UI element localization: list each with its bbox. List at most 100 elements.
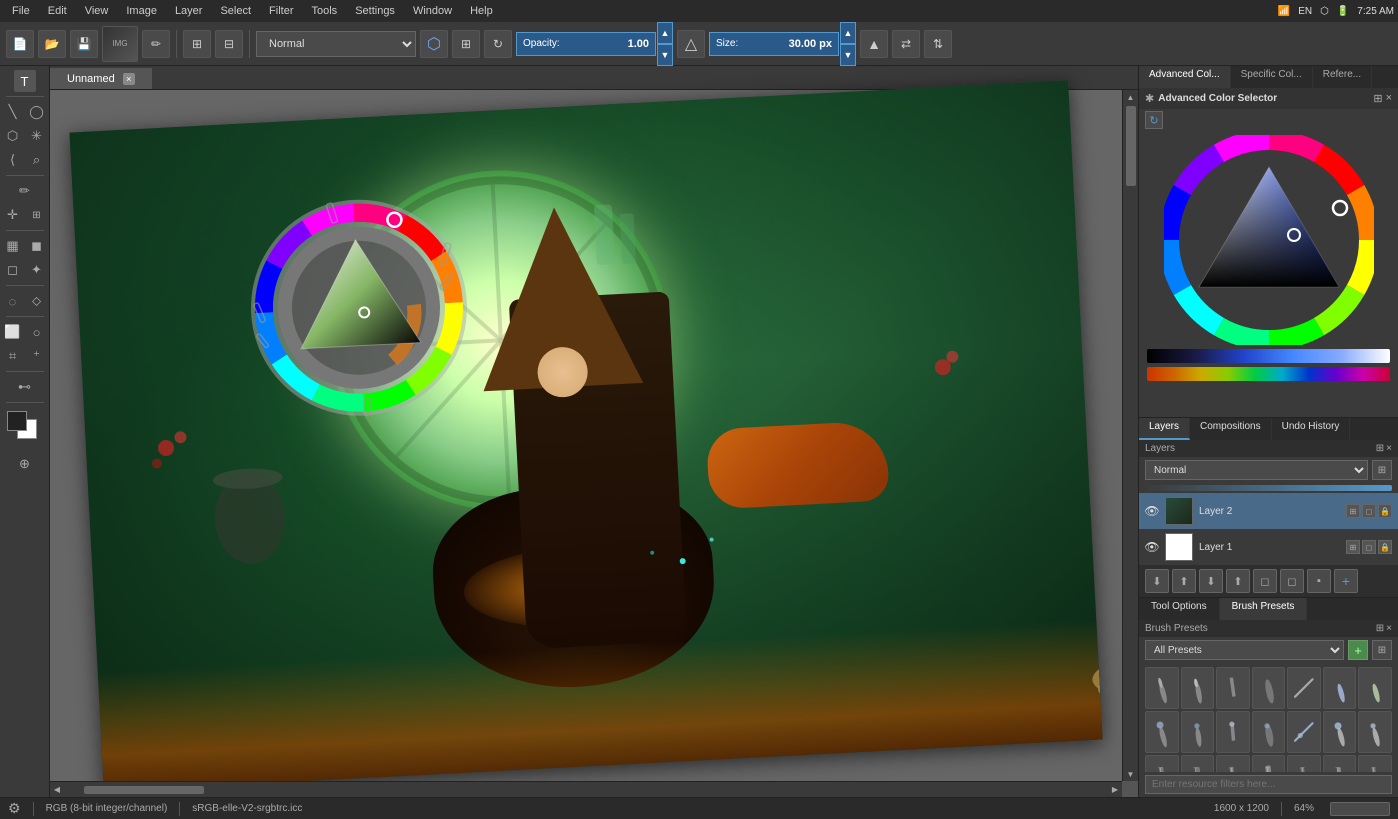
layers-tab[interactable]: Layers: [1139, 418, 1190, 440]
add-layer-btn[interactable]: +: [1334, 569, 1358, 593]
paint-tool[interactable]: ✏: [14, 180, 36, 202]
sync-btn[interactable]: ↻: [484, 30, 512, 58]
brush-preset-16[interactable]: T: [1181, 755, 1215, 772]
pattern-btn[interactable]: ⊞: [183, 30, 211, 58]
blend-mode-dropdown[interactable]: Normal: [256, 31, 416, 57]
vscroll-thumb[interactable]: [1126, 106, 1136, 186]
brush-preset-15[interactable]: T: [1145, 755, 1179, 772]
canvas-content[interactable]: [50, 90, 1122, 781]
brush-preset-11[interactable]: [1252, 711, 1286, 753]
brush-preset-1[interactable]: [1145, 667, 1179, 709]
brush-tool-btn[interactable]: ✏: [142, 30, 170, 58]
freehand-tool[interactable]: ╲: [2, 101, 24, 123]
brush-preset-21[interactable]: T: [1358, 755, 1392, 772]
size-down[interactable]: ▼: [840, 44, 856, 66]
dodge-tool[interactable]: ⬦: [26, 290, 48, 312]
color-refresh-btn[interactable]: ↻: [1145, 111, 1163, 129]
crop-tool[interactable]: ⊞: [26, 204, 48, 226]
menu-view[interactable]: View: [77, 3, 117, 19]
advanced-color-tab[interactable]: Advanced Col...: [1139, 66, 1231, 88]
brush-preset-4[interactable]: [1252, 667, 1286, 709]
wrap-btn[interactable]: ⊟: [215, 30, 243, 58]
menu-filter[interactable]: Filter: [261, 3, 301, 19]
zoom-tool[interactable]: ⊕: [14, 453, 36, 475]
contiguous-select[interactable]: ⌗: [2, 345, 24, 367]
vertical-scrollbar[interactable]: ▲ ▼: [1122, 90, 1138, 781]
preset-options-btn[interactable]: ⊞: [1372, 640, 1392, 660]
open-button[interactable]: 📂: [38, 30, 66, 58]
tool-options-tab[interactable]: Tool Options: [1139, 598, 1220, 620]
flip-h-btn[interactable]: ⇄: [892, 30, 920, 58]
group-btn[interactable]: ◻: [1280, 569, 1304, 593]
canvas-tab-close[interactable]: ×: [123, 73, 135, 85]
brush-preset-6[interactable]: [1323, 667, 1357, 709]
layer-2-visibility[interactable]: 👁: [1145, 504, 1159, 518]
ellipse-tool2[interactable]: ○: [26, 321, 48, 343]
brush-preset-14[interactable]: [1358, 711, 1392, 753]
brush-preset-20[interactable]: T: [1323, 755, 1357, 772]
brush-preset-17[interactable]: T: [1216, 755, 1250, 772]
color-panel-close[interactable]: ×: [1386, 92, 1392, 105]
layer-2-icon-3[interactable]: 🔒: [1378, 504, 1392, 518]
layer-2-icon-1[interactable]: ⊞: [1346, 504, 1360, 518]
text-tool[interactable]: T: [14, 70, 36, 92]
flatten-btn[interactable]: ◻: [1253, 569, 1277, 593]
size-value[interactable]: 30.00 px: [789, 38, 832, 50]
brush-preset-3[interactable]: [1216, 667, 1250, 709]
scroll-up-arrow[interactable]: ▲: [1124, 90, 1138, 104]
layer-1-icon-3[interactable]: 🔒: [1378, 540, 1392, 554]
move-tool[interactable]: ✛: [2, 204, 24, 226]
undo-history-tab[interactable]: Undo History: [1272, 418, 1351, 440]
eraser-tool[interactable]: ◻: [2, 259, 24, 281]
save-button[interactable]: 💾: [70, 30, 98, 58]
layer-2-icon-2[interactable]: ◻: [1362, 504, 1376, 518]
compositions-tab[interactable]: Compositions: [1190, 418, 1272, 440]
color-panel-expand[interactable]: ⊞: [1373, 92, 1382, 105]
status-icon[interactable]: ⚙: [8, 800, 21, 817]
menu-help[interactable]: Help: [462, 3, 501, 19]
menu-file[interactable]: File: [4, 3, 38, 19]
menu-layer[interactable]: Layer: [167, 3, 211, 19]
brush-preset-7[interactable]: [1358, 667, 1392, 709]
size-up[interactable]: ▲: [840, 22, 856, 44]
add-preset-btn[interactable]: +: [1348, 640, 1368, 660]
brush-preset-12[interactable]: [1287, 711, 1321, 753]
rect-select-tool[interactable]: ⬜: [2, 321, 24, 343]
menu-settings[interactable]: Settings: [347, 3, 403, 19]
brush-search-input[interactable]: [1145, 775, 1392, 794]
menu-edit[interactable]: Edit: [40, 3, 75, 19]
layer-1-icon-1[interactable]: ⊞: [1346, 540, 1360, 554]
flip-v-btn[interactable]: ⇅: [924, 30, 952, 58]
move-down-btn[interactable]: ⬇: [1199, 569, 1223, 593]
delete-btn[interactable]: ▪: [1307, 569, 1331, 593]
layer-1-visibility[interactable]: 👁: [1145, 540, 1159, 554]
brush-preset-5[interactable]: [1287, 667, 1321, 709]
layers-close-btn[interactable]: ×: [1386, 443, 1392, 454]
ellipse-select-tool[interactable]: ◯: [26, 101, 48, 123]
opacity-value[interactable]: 1.00: [628, 38, 649, 50]
angle-btn[interactable]: ▲: [860, 30, 888, 58]
brush-preset-13[interactable]: [1323, 711, 1357, 753]
measure-tool[interactable]: ⊷: [14, 376, 36, 398]
layer-1-icon-2[interactable]: ◻: [1362, 540, 1376, 554]
specific-color-tab[interactable]: Specific Col...: [1231, 66, 1313, 88]
path-tool[interactable]: ⟨: [2, 149, 24, 171]
horizontal-scrollbar[interactable]: ◀ ▶: [50, 781, 1122, 797]
layer-item-2[interactable]: 👁 Layer 2 ⊞ ◻ 🔒: [1139, 493, 1398, 529]
fill-tool[interactable]: ◼: [26, 235, 48, 257]
scroll-right-arrow[interactable]: ▶: [1108, 783, 1122, 797]
layer-lock-btn[interactable]: ⊞: [1372, 460, 1392, 480]
brush-filter-select[interactable]: All Presets: [1145, 640, 1344, 660]
layer-opacity-bar[interactable]: [1145, 485, 1392, 491]
layer-blend-mode[interactable]: Normal: [1145, 460, 1368, 480]
scroll-left-arrow[interactable]: ◀: [50, 783, 64, 797]
menu-window[interactable]: Window: [405, 3, 460, 19]
reference-tab[interactable]: Refere...: [1313, 66, 1372, 88]
hue-gradient-bar[interactable]: [1147, 367, 1390, 381]
brush-preset-18[interactable]: T: [1252, 755, 1286, 772]
canvas-tab-unnamed[interactable]: Unnamed ×: [50, 68, 152, 89]
polygon-select-tool[interactable]: ⬡: [2, 125, 24, 147]
brush-preset-2[interactable]: [1181, 667, 1215, 709]
lasso-tool[interactable]: ⌕: [26, 149, 48, 171]
new-button[interactable]: 📄: [6, 30, 34, 58]
